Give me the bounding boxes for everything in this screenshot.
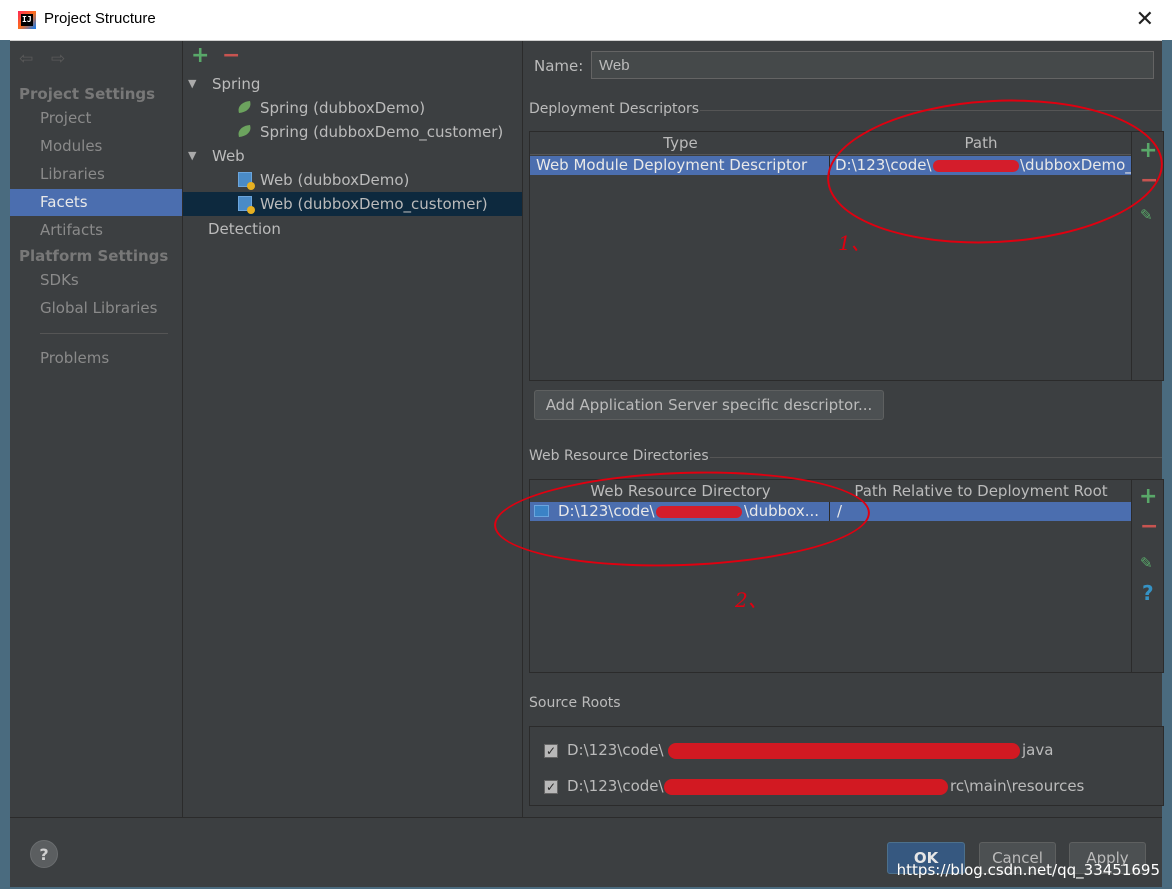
name-label: Name: <box>534 57 584 75</box>
section-divider <box>710 457 1162 458</box>
tree-group-label: Web <box>212 147 245 165</box>
descriptor-type-cell: Web Module Deployment Descriptor <box>536 156 808 174</box>
tree-item-label: Web (dubboxDemo_customer) <box>260 195 488 213</box>
annotation-number-2: 2、 <box>735 588 768 612</box>
expand-triangle-icon[interactable]: ▼ <box>188 72 196 96</box>
source-root-path-start: D:\123\code\ <box>567 777 664 795</box>
source-roots-list: ✓ D:\123\code\ java ✓ D:\123\code\ rc\ma… <box>529 726 1164 806</box>
red-redaction-scribble <box>668 743 1020 759</box>
facets-tree-panel: + − ▼ Spring Spring (dubboxDemo) Spring … <box>183 41 523 817</box>
platform-settings-heading: Platform Settings <box>19 247 169 265</box>
add-server-descriptor-button[interactable]: Add Application Server specific descript… <box>534 390 884 420</box>
column-header-relative-path[interactable]: Path Relative to Deployment Root <box>831 480 1132 503</box>
nav-item-artifacts[interactable]: Artifacts <box>10 217 182 244</box>
remove-facet-icon[interactable]: − <box>222 45 240 67</box>
source-root-checkbox[interactable]: ✓ <box>544 744 558 758</box>
tree-item-label: Spring (dubboxDemo_customer) <box>260 123 504 141</box>
list-item[interactable]: ✓ D:\123\code\ rc\main\resources <box>544 777 1144 799</box>
table-side-toolbar: + − ✎ ? <box>1131 480 1163 672</box>
tree-item-detection[interactable]: Detection <box>183 217 522 241</box>
remove-resource-dir-icon[interactable]: − <box>1140 516 1158 538</box>
project-settings-heading: Project Settings <box>19 85 156 103</box>
source-roots-heading: Source Roots <box>529 695 621 711</box>
tree-item[interactable]: Spring (dubboxDemo) <box>183 96 522 120</box>
tree-item[interactable]: Web (dubboxDemo) <box>183 168 522 192</box>
window-frame-left <box>0 40 10 889</box>
tree-item-label: Detection <box>208 220 281 238</box>
add-resource-dir-icon[interactable]: + <box>1139 486 1157 508</box>
nav-divider <box>40 333 168 334</box>
source-root-path-end: rc\main\resources <box>950 777 1085 795</box>
annotation-number-1: 1、 <box>838 231 871 255</box>
column-header-type[interactable]: Type <box>530 132 832 155</box>
back-arrow-icon[interactable]: ⇦ <box>19 49 33 69</box>
expand-triangle-icon[interactable]: ▼ <box>188 144 196 168</box>
title-bar: IJ Project Structure ✕ <box>0 0 1172 41</box>
deployment-descriptors-heading: Deployment Descriptors <box>529 101 700 117</box>
tree-item[interactable]: Spring (dubboxDemo_customer) <box>183 120 522 144</box>
watermark-text: https://blog.csdn.net/qq_33451695 <box>896 861 1160 879</box>
nav-item-problems[interactable]: Problems <box>10 345 182 372</box>
forward-arrow-icon[interactable]: ⇨ <box>51 49 65 69</box>
tree-item-label: Web (dubboxDemo) <box>260 171 410 189</box>
nav-item-sdks[interactable]: SDKs <box>10 267 182 294</box>
red-redaction-scribble <box>664 779 948 795</box>
source-root-checkbox[interactable]: ✓ <box>544 780 558 794</box>
add-facet-icon[interactable]: + <box>191 45 209 67</box>
bottom-divider <box>10 817 1162 818</box>
window-title: Project Structure <box>44 10 156 27</box>
nav-item-project[interactable]: Project <box>10 105 182 132</box>
nav-item-global-libraries[interactable]: Global Libraries <box>10 295 182 322</box>
edit-pencil-icon[interactable]: ✎ <box>1140 204 1153 226</box>
intellij-app-icon: IJ <box>18 11 36 29</box>
list-item[interactable]: ✓ D:\123\code\ java <box>544 741 1144 763</box>
nav-item-modules[interactable]: Modules <box>10 133 182 160</box>
help-question-icon[interactable]: ? <box>1142 582 1154 604</box>
tree-group-web[interactable]: ▼ Web <box>183 144 522 168</box>
tree-item-label: Spring (dubboxDemo) <box>260 99 426 117</box>
close-icon[interactable]: ✕ <box>1136 7 1154 32</box>
web-resource-directories-heading: Web Resource Directories <box>529 448 709 464</box>
help-button[interactable]: ? <box>30 840 58 868</box>
tree-item-selected[interactable]: Web (dubboxDemo_customer) <box>183 192 522 216</box>
name-field[interactable] <box>591 51 1154 79</box>
nav-item-facets[interactable]: Facets <box>10 189 182 216</box>
nav-item-libraries[interactable]: Libraries <box>10 161 182 188</box>
source-root-path-start: D:\123\code\ <box>567 741 664 759</box>
tree-group-spring[interactable]: ▼ Spring <box>183 72 522 96</box>
web-facet-icon <box>238 196 255 214</box>
spring-leaf-icon <box>236 125 251 138</box>
web-facet-icon <box>238 172 255 190</box>
tree-group-label: Spring <box>212 75 261 93</box>
spring-leaf-icon <box>236 101 251 114</box>
settings-nav: ⇦ ⇨ Project Settings Project Modules Lib… <box>10 41 183 817</box>
edit-pencil-icon[interactable]: ✎ <box>1140 552 1153 574</box>
source-root-path-end: java <box>1022 741 1054 759</box>
